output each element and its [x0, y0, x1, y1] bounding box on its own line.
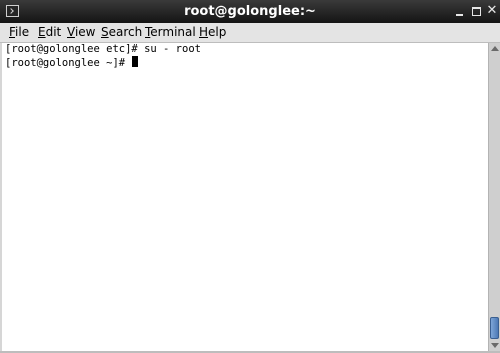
scroll-thumb[interactable]: [490, 317, 499, 339]
vertical-scrollbar[interactable]: [488, 43, 500, 351]
menu-help-label: elp: [208, 25, 227, 39]
close-icon[interactable]: ✕: [485, 4, 499, 18]
menu-bar: File Edit View Search Terminal Help: [0, 23, 500, 43]
menu-search[interactable]: Search: [101, 25, 142, 40]
menu-view-mnemonic: V: [67, 25, 75, 39]
menu-help-mnemonic: H: [199, 25, 209, 39]
menu-view-label: iew: [74, 25, 96, 39]
terminal-output[interactable]: [root@golonglee etc]# su - root [root@go…: [2, 43, 488, 351]
terminal-window: root@golonglee:~ ✕ File Edit View Search…: [0, 0, 500, 353]
scroll-up-arrow-icon[interactable]: [491, 46, 499, 51]
menu-file[interactable]: File: [9, 25, 29, 40]
scroll-down-arrow-icon[interactable]: [491, 343, 499, 348]
terminal-line-1: [root@golonglee etc]# su - root: [5, 43, 201, 55]
menu-search-label: earch: [108, 25, 143, 39]
menu-view[interactable]: View: [67, 25, 95, 40]
window-title: root@golonglee:~: [184, 4, 316, 19]
maximize-icon[interactable]: [470, 4, 484, 18]
minimize-icon[interactable]: [453, 4, 467, 18]
menu-edit-mnemonic: E: [38, 25, 46, 39]
terminal-prompt: [root@golonglee ~]#: [5, 57, 132, 69]
terminal-line-2: [root@golonglee ~]#: [5, 56, 139, 70]
menu-help[interactable]: Help: [199, 25, 226, 40]
menu-terminal[interactable]: Terminal: [145, 25, 196, 40]
menu-file-label: ile: [15, 25, 30, 39]
text-cursor: [132, 56, 139, 67]
title-bar[interactable]: root@golonglee:~ ✕: [0, 0, 500, 24]
menu-edit[interactable]: Edit: [38, 25, 61, 40]
menu-edit-label: dit: [45, 25, 62, 39]
menu-terminal-label: erminal: [150, 25, 196, 39]
menu-search-mnemonic: S: [101, 25, 109, 39]
